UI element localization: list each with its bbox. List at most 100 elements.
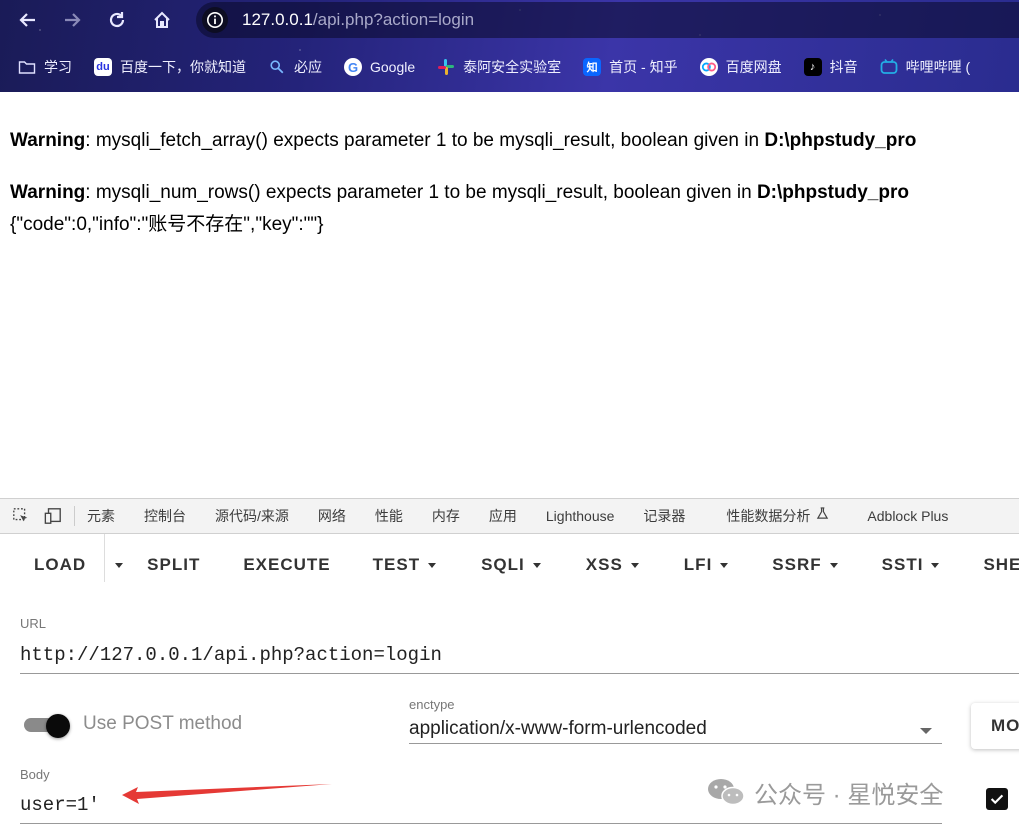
warning-label: Warning	[10, 130, 86, 151]
test-menu-button[interactable]: TEST	[372, 555, 437, 575]
google-icon: G	[344, 58, 362, 76]
mode-button[interactable]: MO	[971, 703, 1019, 749]
caret-down-icon	[931, 562, 940, 568]
load-dropdown-button[interactable]	[107, 562, 124, 568]
bookmark-label: 百度网盘	[725, 59, 782, 75]
xss-menu-button[interactable]: XSS	[586, 555, 639, 575]
tab-memory[interactable]: 内存	[432, 506, 460, 526]
bookmark-taia-lab[interactable]: 泰阿安全实验室	[437, 57, 561, 77]
caret-down-icon	[532, 562, 541, 568]
divider	[74, 506, 75, 526]
zhihu-icon: 知	[583, 58, 602, 76]
tab-console[interactable]: 控制台	[144, 506, 186, 526]
bookmark-baidu[interactable]: du 百度一下，你就知道	[94, 57, 246, 77]
bing-search-icon	[268, 58, 286, 76]
inspect-element-icon[interactable]	[10, 505, 32, 527]
dropdown-arrow-icon[interactable]	[920, 728, 932, 734]
tab-lighthouse[interactable]: Lighthouse	[546, 508, 615, 524]
ssrf-menu-button[interactable]: SSRF	[772, 555, 838, 575]
sqli-menu-button[interactable]: SQLI	[481, 555, 541, 575]
bookmark-study[interactable]: 学习	[18, 57, 72, 77]
forward-icon[interactable]	[58, 6, 86, 34]
bookmark-bing[interactable]: 必应	[268, 57, 322, 77]
xss-label: XSS	[585, 555, 623, 574]
body-field-underline	[20, 823, 942, 824]
browser-toolbar: 127.0.0.1/api.php?action=login	[0, 0, 1019, 41]
tab-application[interactable]: 应用	[489, 506, 517, 526]
tab-performance[interactable]: 性能	[375, 506, 403, 526]
body-field-label: Body	[20, 767, 50, 782]
load-button[interactable]: LOAD	[34, 555, 86, 575]
warning-path: D:\phpstudy_pro	[764, 130, 917, 151]
home-icon[interactable]	[148, 6, 176, 34]
bookmark-google[interactable]: G Google	[344, 58, 415, 76]
lfi-label: LFI	[683, 555, 713, 574]
bookmark-zhihu[interactable]: 知 首页 - 知乎	[583, 57, 678, 77]
php-warning-1: Warning: mysqli_fetch_array() expects pa…	[10, 130, 916, 152]
caret-down-icon	[829, 562, 838, 568]
sqli-label: SQLI	[481, 555, 525, 574]
caret-down-icon	[720, 562, 729, 568]
enctype-label: enctype	[409, 697, 455, 712]
device-toolbar-icon[interactable]	[42, 505, 64, 527]
watermark: 公众号 · 星悦安全	[706, 776, 944, 809]
bookmark-douyin[interactable]: ♪ 抖音	[803, 57, 858, 77]
execute-button[interactable]: EXECUTE	[243, 555, 330, 575]
flask-icon	[816, 507, 829, 525]
watermark-text: 公众号 · 星悦安全	[754, 781, 944, 809]
enctype-select[interactable]: application/x-www-form-urlencoded	[409, 718, 707, 740]
tab-adblock-plus[interactable]: Adblock Plus	[867, 508, 948, 524]
tab-recorder[interactable]: 记录器	[643, 506, 685, 526]
php-warning-2: Warning: mysqli_num_rows() expects param…	[10, 182, 909, 204]
caret-down-icon	[630, 562, 639, 568]
lfi-menu-button[interactable]: LFI	[684, 555, 729, 575]
page-content: Warning: mysqli_fetch_array() expects pa…	[0, 92, 1019, 498]
bookmark-label: 必应	[294, 59, 322, 75]
url-field-underline	[20, 673, 1019, 674]
url-path: /api.php?action=login	[312, 10, 475, 29]
site-info-icon[interactable]	[202, 7, 228, 33]
address-bar[interactable]: 127.0.0.1/api.php?action=login	[196, 2, 1019, 38]
warning-message: : mysqli_num_rows() expects parameter 1 …	[85, 182, 757, 203]
tab-sources[interactable]: 源代码/来源	[215, 506, 289, 526]
test-label: TEST	[372, 555, 421, 574]
tab-elements[interactable]: 元素	[87, 506, 115, 526]
checkmark-icon	[990, 794, 1004, 805]
bookmark-label: 泰阿安全实验室	[463, 59, 562, 75]
bookmark-label: 抖音	[829, 59, 858, 75]
hackbar-panel: LOAD SPLIT EXECUTE TEST SQLI XSS LFI SSR…	[0, 534, 1019, 832]
baidu-icon: du	[94, 58, 112, 76]
warning-path: D:\phpstudy_pro	[756, 182, 909, 203]
devtools-tabbar: 元素 控制台 源代码/来源 网络 性能 内存 应用 Lighthouse 记录器…	[0, 498, 1019, 534]
hackbar-toolbar: LOAD SPLIT EXECUTE TEST SQLI XSS LFI SSR…	[0, 548, 1019, 582]
ssti-menu-button[interactable]: SSTI	[882, 555, 940, 575]
folder-icon	[18, 58, 36, 76]
browser-chrome: 127.0.0.1/api.php?action=login 学习 du 百度一…	[0, 0, 1019, 92]
bookmark-baidu-netdisk[interactable]: 百度网盘	[699, 57, 782, 77]
enctype-underline	[409, 743, 942, 744]
reload-icon[interactable]	[103, 6, 131, 34]
ssti-label: SSTI	[881, 555, 924, 574]
url-host: 127.0.0.1	[242, 10, 313, 29]
annotation-arrow	[122, 784, 332, 804]
split-button[interactable]: SPLIT	[147, 555, 200, 575]
toggle-thumb	[46, 714, 70, 738]
use-post-toggle[interactable]	[24, 714, 70, 738]
tab-network[interactable]: 网络	[318, 506, 346, 526]
tab-performance-insights[interactable]: 性能数据分析	[726, 506, 810, 526]
body-checkbox[interactable]	[986, 788, 1008, 810]
bookmark-label: 学习	[44, 59, 72, 75]
body-field[interactable]: user=1'	[20, 794, 100, 816]
warning-label: Warning	[10, 182, 86, 203]
caret-down-icon	[428, 562, 437, 568]
url-field-label: URL	[20, 616, 47, 631]
address-url: 127.0.0.1/api.php?action=login	[242, 10, 474, 30]
url-field[interactable]: http://127.0.0.1/api.php?action=login	[20, 644, 442, 666]
baidu-netdisk-icon	[699, 58, 718, 76]
bookmark-label: 百度一下，你就知道	[120, 59, 246, 75]
douyin-icon: ♪	[803, 58, 822, 76]
bookmark-label: 首页 - 知乎	[609, 59, 678, 75]
back-icon[interactable]	[14, 6, 42, 34]
bookmark-bilibili[interactable]: 哔哩哔哩 (	[880, 57, 970, 77]
shell-menu-button[interactable]: SHEL	[983, 555, 1019, 575]
